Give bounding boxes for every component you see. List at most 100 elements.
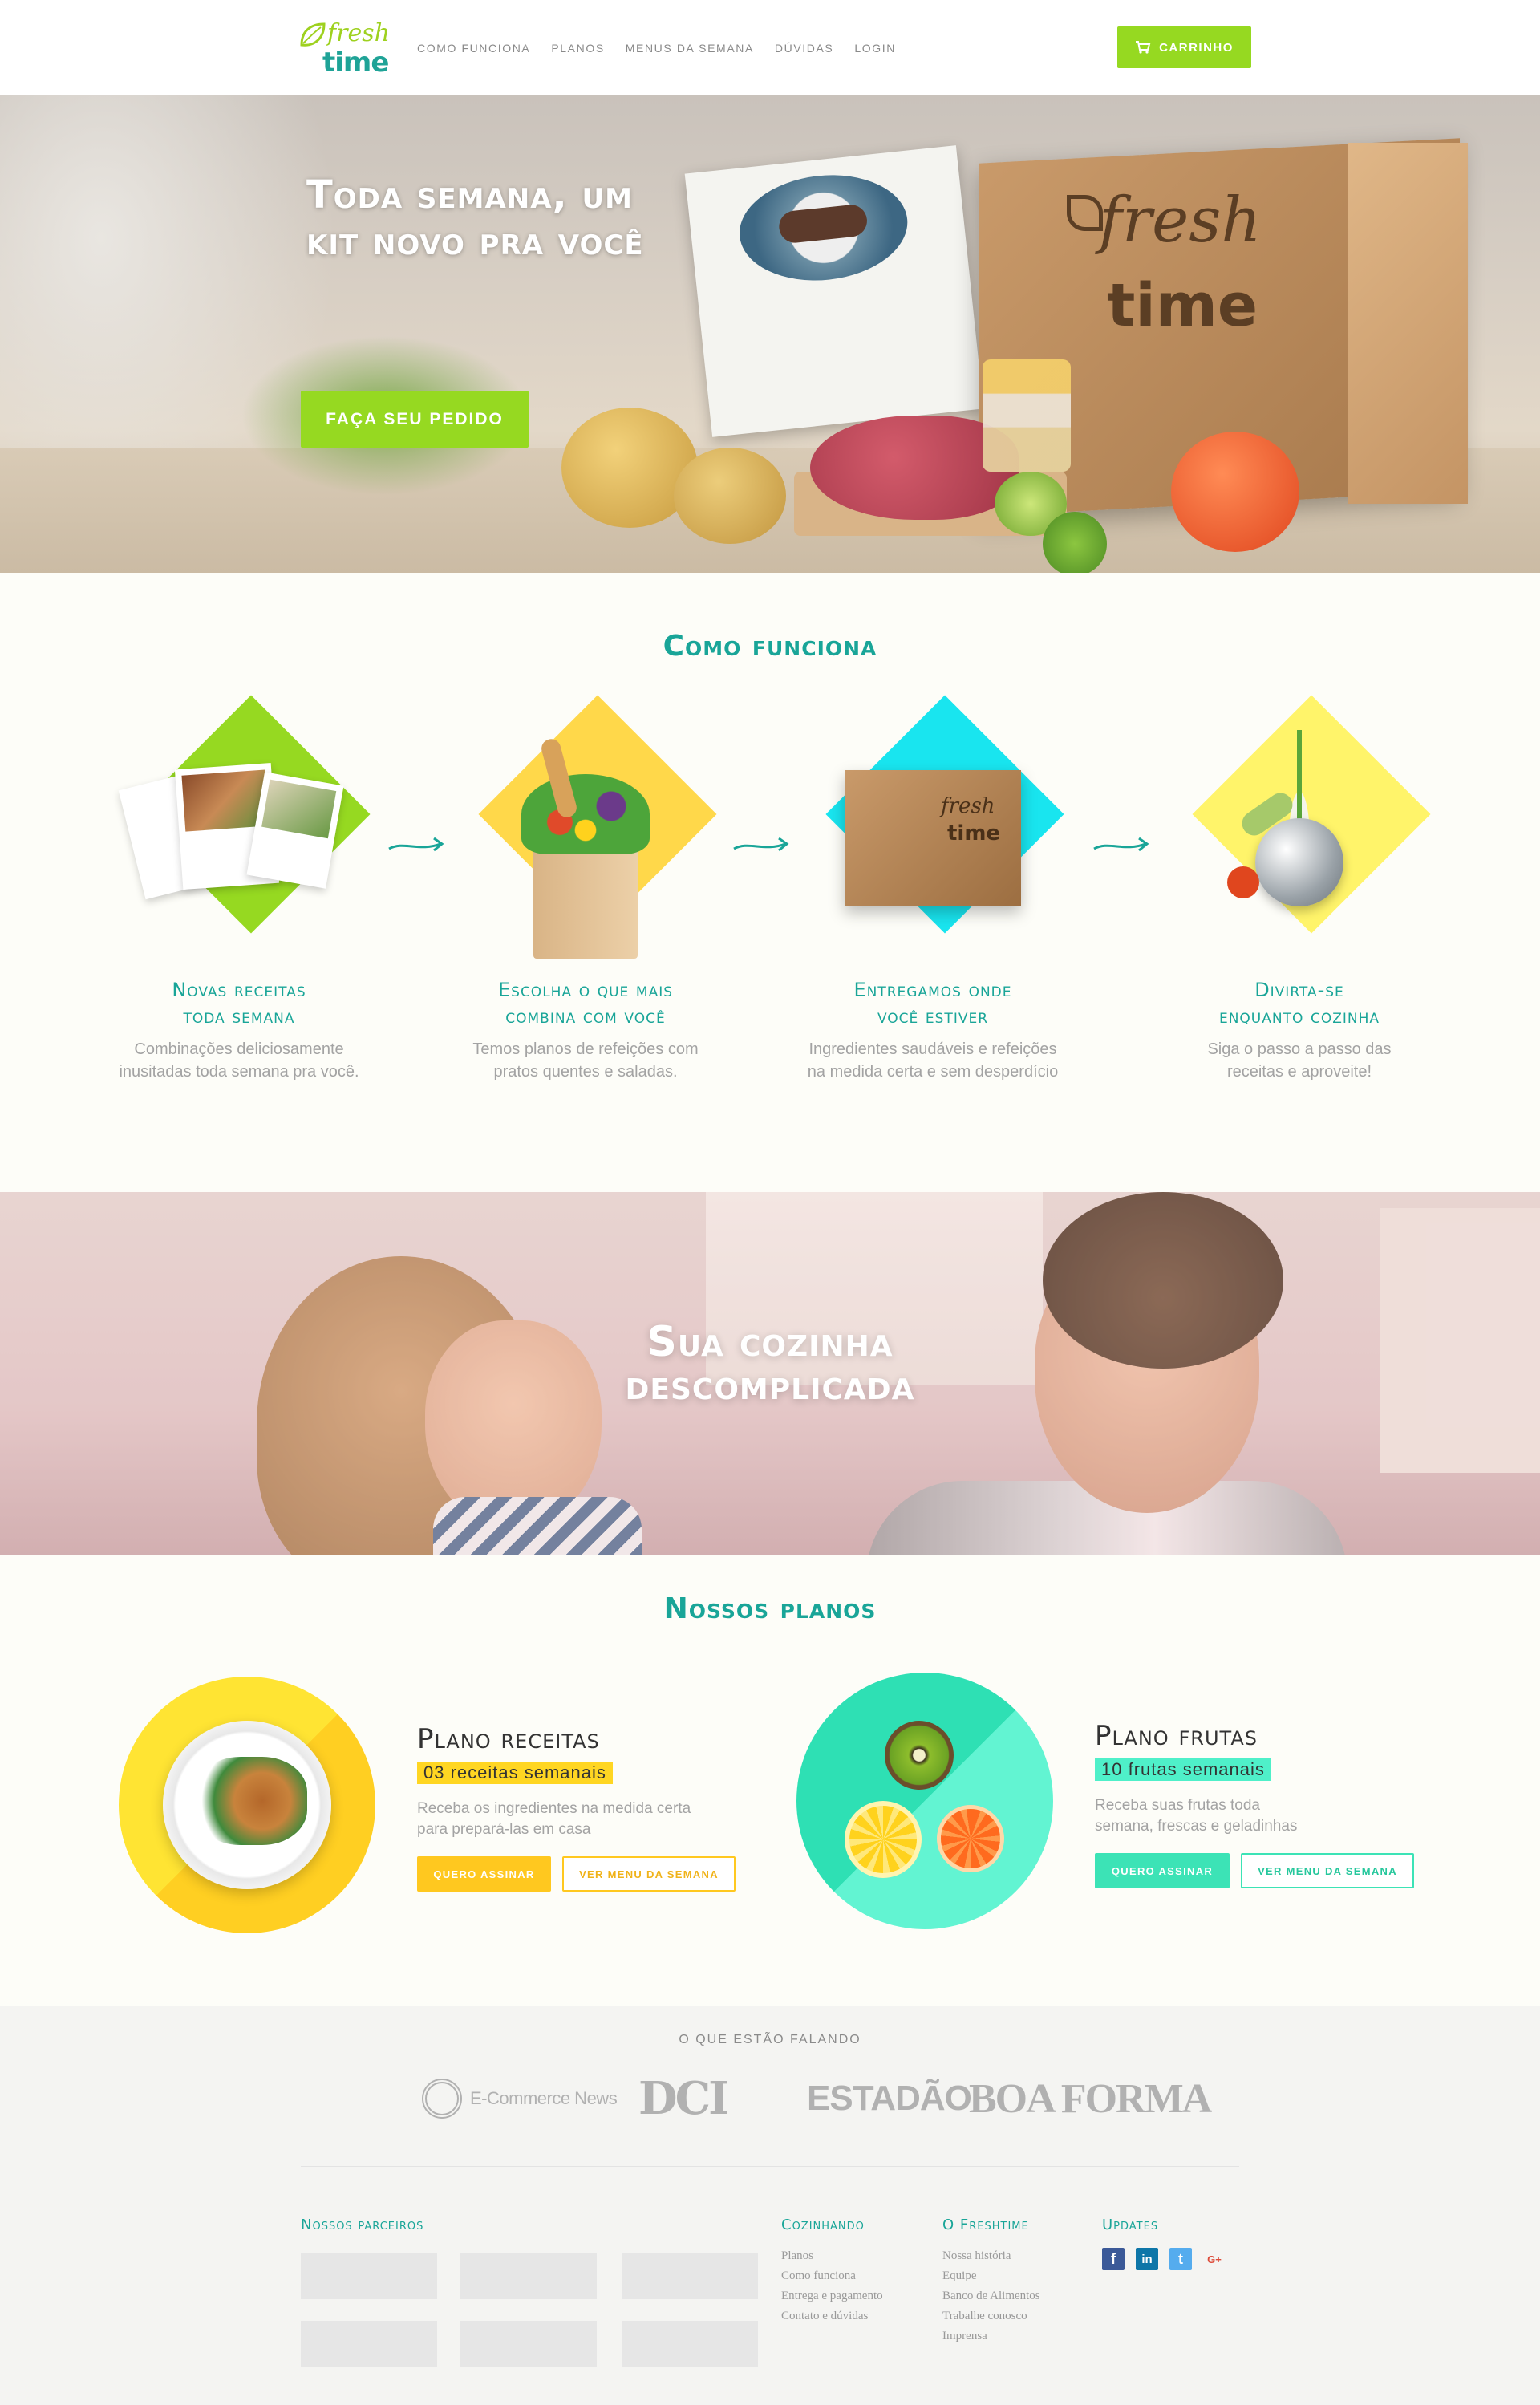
step-description: Temos planos de refeições com pratos quen…: [449, 1038, 722, 1083]
arrow-icon: [733, 837, 789, 852]
order-button[interactable]: FAÇA SEU PEDIDO: [301, 391, 529, 448]
footer-link[interactable]: Como funciona: [781, 2266, 883, 2286]
footer-link[interactable]: Equipe: [942, 2266, 1040, 2286]
box-illustration: fresh time: [845, 770, 1021, 906]
step-text-line1: Combinações deliciosamente: [134, 1040, 344, 1058]
footer-link[interactable]: Entrega e pagamento: [781, 2286, 883, 2306]
fresh-time-logo[interactable]: fresh time: [298, 18, 391, 80]
footer-link[interactable]: Trabalhe conosco: [942, 2306, 1040, 2326]
recipe-card-illustration: [246, 772, 344, 889]
cart-button[interactable]: CARRINHO: [1117, 26, 1251, 68]
step-title-line2: toda semana: [183, 1005, 295, 1028]
hero-title: Toda semana, um kit novo pra você: [306, 172, 644, 265]
step-description: Siga o passo a passo das receitas e aprov…: [1163, 1038, 1436, 1083]
kiwi-illustration: [885, 1721, 954, 1790]
step-text-line1: Siga o passo a passo das: [1207, 1040, 1392, 1058]
step-title-line2: enquanto cozinha: [1218, 1005, 1380, 1028]
banner-title: Sua cozinha descomplicada: [0, 1320, 1540, 1407]
plan-name: Plano frutas: [1095, 1720, 1258, 1752]
press-logo-ecommerce-news[interactable]: E-Commerce News: [422, 2076, 618, 2121]
step-text-line2: pratos quentes e saladas.: [493, 1063, 678, 1081]
hero-lime: [1043, 512, 1107, 573]
orange-illustration: [937, 1805, 1004, 1872]
plan-description: Receba suas frutas toda semana, frescas e…: [1095, 1795, 1432, 1837]
hero-section: fresh time: [0, 95, 1540, 573]
vegetables-illustration: [521, 774, 650, 854]
step-title: Divirta-se enquanto cozinha: [1163, 977, 1436, 1030]
step-text-line2: inusitadas toda semana pra você.: [119, 1063, 359, 1081]
footer-link[interactable]: Imprensa: [942, 2326, 1040, 2346]
nav-login[interactable]: Login: [854, 42, 896, 55]
see-menu-button[interactable]: VER MENU DA SEMANA: [562, 1856, 736, 1892]
cart-icon: [1136, 41, 1151, 54]
step-illustration: [1163, 695, 1436, 971]
footer-link[interactable]: Nossa história: [942, 2246, 1040, 2266]
plan-buttons: QUERO ASSINAR VER MENU DA SEMANA: [1095, 1853, 1432, 1888]
partner-logo-placeholder[interactable]: [622, 2321, 758, 2367]
grocery-bag-illustration: [533, 846, 638, 959]
plan-description-line2: para prepará-las em casa: [417, 1821, 591, 1838]
logo-word-time: time: [322, 47, 389, 79]
plan-recipes: Plano receitas 03 receitas semanais Rece…: [417, 1723, 754, 1892]
press-title: O QUE ESTÃO FALANDO: [679, 2033, 861, 2046]
nav-menus-da-semana[interactable]: Menus da Semana: [626, 42, 754, 55]
partner-logo-placeholder[interactable]: [301, 2253, 437, 2299]
box-illustration-time: time: [947, 821, 1001, 846]
footer-link[interactable]: Planos: [781, 2246, 883, 2266]
step-title-line1: Entregamos onde: [853, 979, 1012, 1001]
plan-fruits-image: [796, 1673, 1053, 1929]
google-plus-icon[interactable]: G+: [1203, 2248, 1226, 2270]
footer-link[interactable]: Banco de Alimentos: [942, 2286, 1040, 2306]
press-logo-dci[interactable]: DCI: [638, 2072, 729, 2125]
press-logo-boa-forma[interactable]: BOA FORMA: [969, 2076, 1212, 2122]
tomato-illustration: [1227, 866, 1259, 898]
nav-como-funciona[interactable]: Como Funciona: [417, 42, 530, 55]
nav-duvidas[interactable]: Dúvidas: [775, 42, 833, 55]
hero-box-brand-time: time: [1107, 271, 1258, 340]
skewer-food-illustration: [195, 1757, 307, 1845]
partner-logo-placeholder[interactable]: [622, 2253, 758, 2299]
press-section: [0, 2006, 1540, 2405]
footer-link[interactable]: Contato e dúvidas: [781, 2306, 883, 2326]
partner-logo-placeholder[interactable]: [460, 2321, 597, 2367]
plan-buttons: QUERO ASSINAR VER MENU DA SEMANA: [417, 1856, 754, 1892]
cart-label: CARRINHO: [1159, 40, 1234, 55]
step-title-line1: Escolha o que mais: [497, 979, 674, 1001]
step-title-line1: Novas receitas: [172, 979, 306, 1001]
leaf-icon: [300, 22, 326, 47]
step-title: Entregamos onde você estiver: [796, 977, 1069, 1030]
step-text-line2: receitas e aproveite!: [1226, 1063, 1372, 1081]
hero-box-leaf-icon: [1067, 195, 1103, 231]
step-title: Novas receitas toda semana: [103, 977, 375, 1030]
hero-sauce-cups: [983, 359, 1071, 472]
step-illustration: [449, 695, 722, 971]
plan-tag: 10 frutas semanais: [1095, 1758, 1271, 1781]
footer-column-title-freshtime: O Freshtime: [942, 2216, 1029, 2233]
press-logo-label: E-Commerce News: [470, 2088, 618, 2108]
see-menu-button[interactable]: VER MENU DA SEMANA: [1241, 1853, 1414, 1888]
step-illustration: [103, 695, 375, 971]
press-logo-estadao[interactable]: ESTADÃO: [807, 2076, 972, 2121]
ecommerce-news-icon: [422, 2079, 462, 2119]
subscribe-button[interactable]: QUERO ASSINAR: [417, 1856, 551, 1892]
linkedin-icon[interactable]: in: [1136, 2248, 1158, 2270]
box-illustration-fresh: fresh: [941, 794, 995, 818]
plan-description: Receba os ingredientes na medida certa pa…: [417, 1799, 754, 1840]
footer-column-title-cozinhando: Cozinhando: [781, 2216, 865, 2233]
partner-logo-placeholder[interactable]: [460, 2253, 597, 2299]
hero-box-brand-fresh: fresh: [1099, 185, 1262, 257]
facebook-icon[interactable]: f: [1102, 2248, 1125, 2270]
step-text-line2: na medida certa e sem desperdício: [807, 1063, 1059, 1081]
logo-word-fresh: fresh: [327, 19, 390, 47]
plan-description-line2: semana, frescas e geladinhas: [1095, 1818, 1298, 1835]
nav-planos[interactable]: Planos: [551, 42, 604, 55]
twitter-icon[interactable]: t: [1169, 2248, 1192, 2270]
plan-description-line1: Receba suas frutas toda: [1095, 1797, 1260, 1814]
hero-potato: [674, 448, 786, 544]
subscribe-button[interactable]: QUERO ASSINAR: [1095, 1853, 1230, 1888]
partner-logo-placeholder[interactable]: [301, 2321, 437, 2367]
how-it-works-title: Como funciona: [663, 630, 877, 663]
step-title: Escolha o que mais combina com você: [449, 977, 722, 1030]
hero-delivery-box-side: [1348, 143, 1468, 504]
arrow-icon: [1093, 837, 1149, 852]
